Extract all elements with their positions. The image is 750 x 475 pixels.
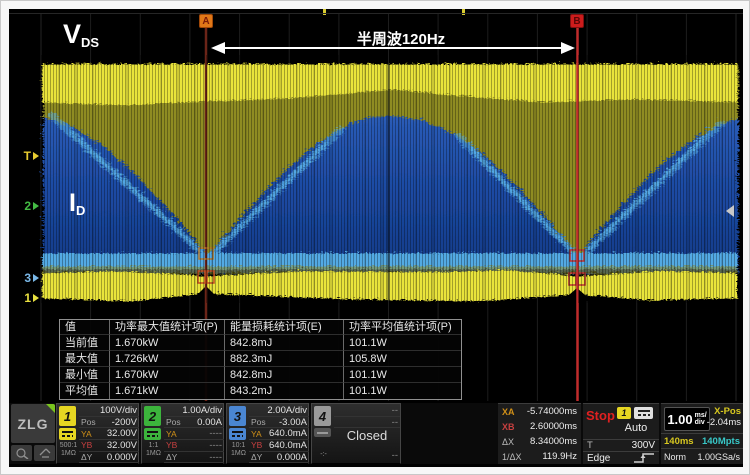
table-header: 能量损耗统计项(E) (225, 320, 344, 335)
trigger-level-value: 300V (632, 440, 655, 451)
cursor-readout-panel[interactable]: XA-5.74000ms XB2.60000ms ΔX8.34000ms 1/Δ… (498, 403, 581, 464)
volts-per-div: 2.00A/div (267, 405, 307, 416)
delta-x-value: 8.34000ms (530, 436, 577, 447)
inverse-delta-x-value: 119.9Hz (542, 451, 577, 462)
channel4-status: Closed (334, 428, 400, 443)
cursor-a-label[interactable]: A (199, 14, 213, 28)
trigger-sweep-mode[interactable]: Auto (617, 422, 655, 434)
trigger-coupling-icon[interactable] (634, 407, 653, 419)
channel4-panel[interactable]: 4 -:- -- -- Closed -- (311, 403, 401, 464)
table-header-row: 值 功率最大值统计项(P) 能量损耗统计项(E) 功率平均值统计项(P) (60, 320, 461, 335)
probe-ratio: 10:1 (228, 442, 249, 450)
id-label: ID (69, 191, 85, 217)
trigger-source-badge[interactable]: 1 (617, 407, 631, 419)
position-value: -3.00A (279, 417, 307, 428)
timebase-button[interactable]: 1.00 ms/div (664, 407, 710, 431)
probe-ratio: -:- (313, 451, 334, 459)
cursor-xa-value: -5.74000ms (527, 406, 577, 417)
rising-edge-icon (633, 452, 655, 464)
dc-coupling-icon[interactable] (229, 428, 246, 440)
touch-gesture-button[interactable] (11, 445, 32, 461)
cursor-xb-value: 2.60000ms (530, 421, 577, 432)
vds-label: VDS (63, 21, 99, 49)
cursor-yb-value: 32.00V (107, 440, 137, 451)
channel2-panel[interactable]: 2 1:1 1MΩ 1.00A/div Pos0.00A YA---- YB--… (141, 403, 224, 464)
input-impedance: 1MΩ (143, 450, 164, 458)
channel1-panel[interactable]: 1 500:1 1MΩ 100V/div Pos-200V YA32.00V Y… (56, 403, 139, 464)
scroll-left-icon[interactable] (726, 205, 734, 217)
volts-per-div: 100V/div (100, 405, 137, 416)
cursor-ya-value: ---- (209, 428, 222, 439)
position-value: -200V (112, 417, 137, 428)
logo-corner-badge (46, 404, 55, 413)
arrow-right-icon (33, 294, 39, 302)
input-impedance: 1MΩ (58, 450, 79, 458)
acquire-mode: Norm (664, 452, 686, 462)
trigger-type[interactable]: Edge (587, 453, 610, 464)
dc-coupling-icon[interactable] (59, 428, 76, 440)
table-row: 平均值 1.671kW 843.2mJ 101.1W (60, 383, 461, 399)
x-position-value: -2.04ms (707, 417, 741, 428)
scope-screen: VDS ID 半周波120Hz A B T 2 3 1 值 功率最大值统计项(P… (9, 9, 743, 467)
sample-rate: 1.00GSa/s (697, 452, 740, 462)
volts-per-div: 1.00A/div (182, 405, 222, 416)
channel1-position-marker[interactable]: 1 (11, 291, 39, 305)
probe-ratio: 500:1 (58, 442, 79, 450)
drag-gesture-button[interactable] (34, 445, 55, 461)
delta-y-value: 0.000A (277, 452, 307, 463)
position-value: 0.00A (197, 417, 222, 428)
trigger-level-marker[interactable]: T (11, 149, 39, 163)
cursor-ya-value: 32.00V (107, 428, 137, 439)
table-header: 值 (60, 320, 110, 335)
table-header: 功率平均值统计项(P) (344, 320, 461, 335)
dc-coupling-icon[interactable] (144, 428, 161, 440)
table-row: 最大值 1.726kW 882.3mJ 105.8W (60, 351, 461, 367)
arrow-right-icon (33, 202, 39, 210)
table-header: 功率最大值统计项(P) (110, 320, 225, 335)
table-row: 最小值 1.670kW 842.8mJ 101.1W (60, 367, 461, 383)
cursor-yb-value: 640.0mA (269, 440, 307, 451)
input-impedance: 1MΩ (228, 450, 249, 458)
annotation-text: 半周波120Hz (291, 28, 511, 49)
x-position-readout: X-Pos -2.04ms (707, 406, 741, 428)
table-row: 当前值 1.670kW 842.8mJ 101.1W (60, 335, 461, 351)
timebase-panel[interactable]: 1.00 ms/div X-Pos -2.04ms 140ms 140Mpts … (661, 403, 743, 464)
channel3-position-marker[interactable]: 3 (11, 271, 39, 285)
probe-ratio: 1:1 (143, 442, 164, 450)
channel2-button[interactable]: 2 (144, 406, 161, 426)
arrow-right-icon (33, 274, 39, 282)
arrow-right-icon (33, 152, 39, 160)
channel2-position-marker[interactable]: 2 (11, 199, 39, 213)
record-window: 140ms (664, 436, 694, 447)
status-bar: ZLG 1 500:1 1MΩ 100 (9, 403, 743, 464)
oscilloscope-window: VDS ID 半周波120Hz A B T 2 3 1 值 功率最大值统计项(P… (0, 0, 750, 475)
measurement-table: 值 功率最大值统计项(P) 能量损耗统计项(E) 功率平均值统计项(P) 当前值… (59, 319, 462, 400)
channel1-button[interactable]: 1 (59, 406, 76, 426)
channel4-button[interactable]: 4 (314, 406, 331, 426)
channel3-button[interactable]: 3 (229, 406, 246, 426)
delta-y-value: ---- (209, 452, 222, 463)
trigger-panel[interactable]: Stop 1 Auto T300V Edge (583, 403, 659, 464)
channel3-panel[interactable]: 3 10:1 1MΩ 2.00A/div Pos-3.00A YA640.0mA… (226, 403, 309, 464)
coupling-icon[interactable] (314, 428, 331, 437)
zlg-logo: ZLG (11, 404, 55, 443)
reference-position-tick[interactable] (462, 9, 465, 15)
cursor-b-label[interactable]: B (570, 14, 584, 28)
trigger-position-tick[interactable] (323, 9, 326, 15)
cursor-ya-value: 640.0mA (269, 428, 307, 439)
screen-top-divider (9, 13, 743, 14)
delta-y-value: 0.000V (107, 452, 137, 463)
cursor-yb-value: ---- (209, 440, 222, 451)
record-points: 140Mpts (702, 436, 740, 447)
acquisition-state[interactable]: Stop (586, 408, 615, 423)
